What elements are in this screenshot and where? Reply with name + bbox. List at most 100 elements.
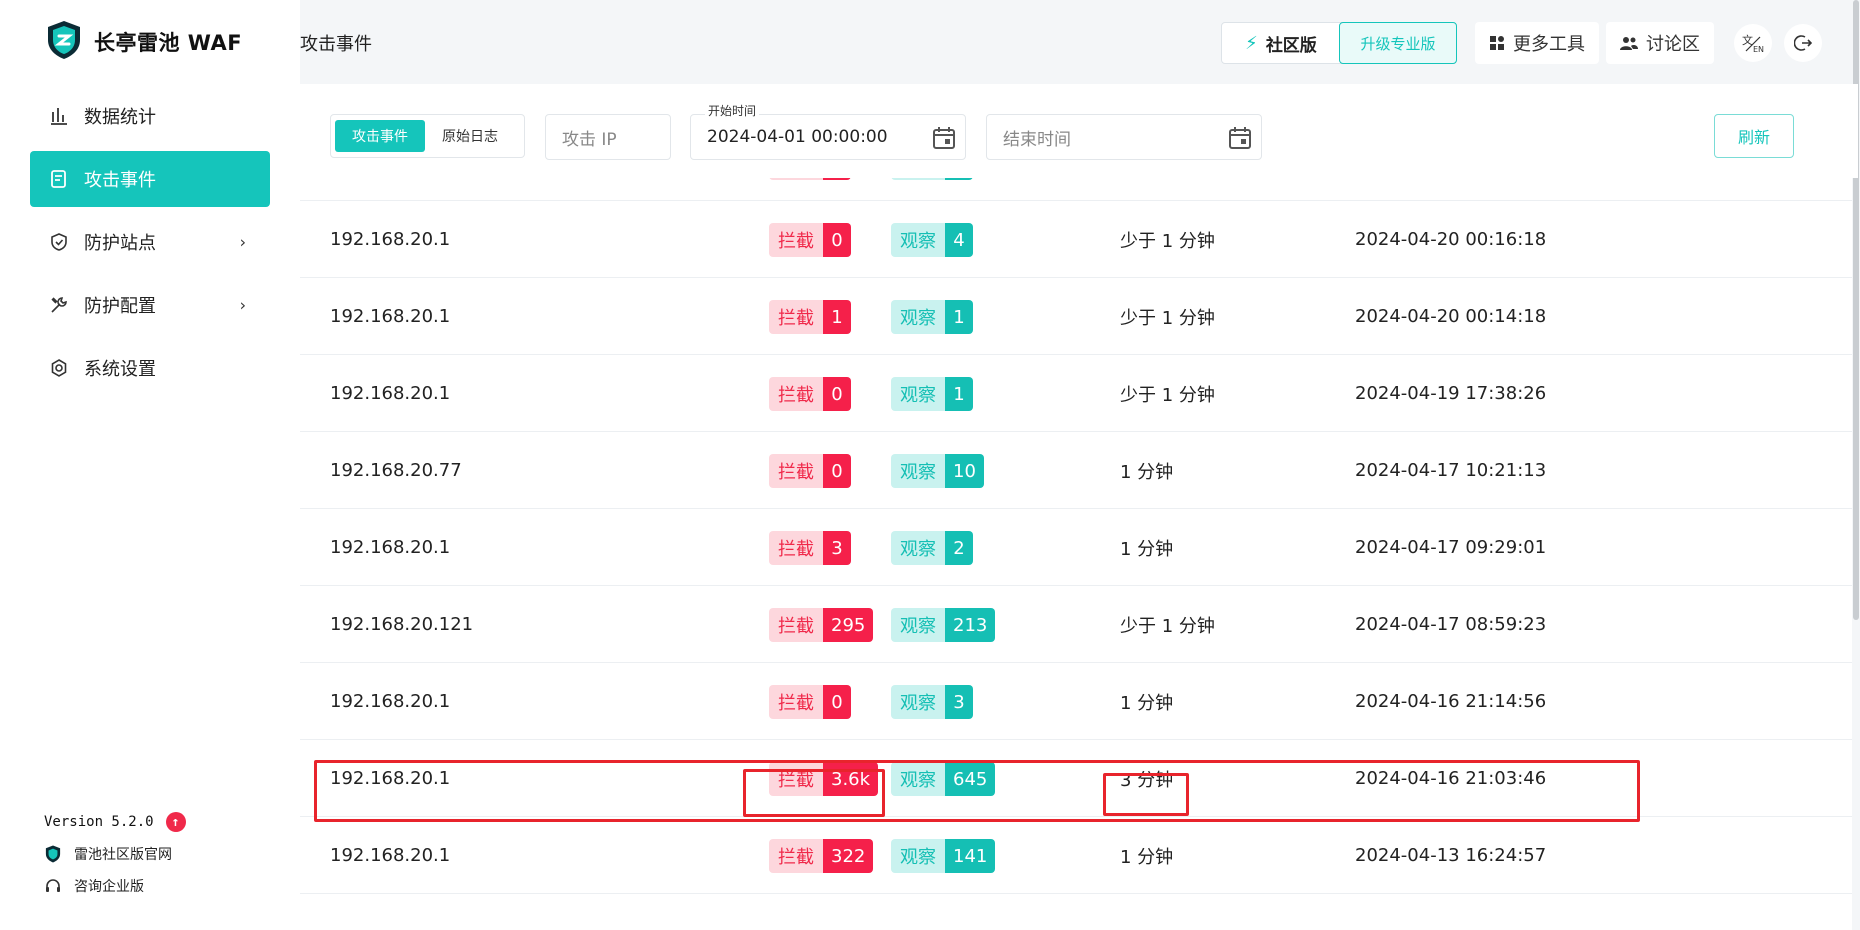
logout-icon[interactable] (1784, 24, 1822, 62)
row-duration: 少于 1 分钟 (1120, 384, 1215, 406)
block-count: 0 (823, 454, 851, 488)
sidebar-item-attack-events[interactable]: 攻击事件 (30, 151, 270, 207)
top-bar: 攻击事件 ⚡ 社区版 升级专业版 更多工具 讨论区 文 EN (300, 0, 1860, 84)
calendar-icon[interactable] (931, 125, 957, 156)
community-edition-label: 社区版 (1265, 35, 1317, 56)
row-duration: 1 分钟 (1120, 461, 1174, 483)
watch-count-badge: 观察 3 (891, 685, 973, 719)
sidebar-item-label: 防护站点 (84, 233, 156, 254)
chevron-right-icon: › (239, 295, 246, 315)
calendar-icon[interactable] (1227, 125, 1253, 156)
table-row[interactable]: 192.168.20.1 拦截 0 观察 3 1 分钟 2024-04-16 21:… (300, 663, 1858, 740)
sidebar-item-label: 系统设置 (84, 359, 156, 380)
community-edition-button[interactable]: ⚡ 社区版 (1222, 23, 1340, 63)
block-label: 拦截 (769, 377, 823, 411)
row-ip: 192.168.20.1 (330, 691, 451, 712)
watch-count-badge: 观察 1 (891, 377, 973, 411)
official-site-link[interactable]: 雷池社区版官网 (44, 844, 186, 864)
block-count: 0 (823, 377, 851, 411)
shield-icon (48, 231, 70, 253)
block-count: 3 (823, 531, 851, 565)
block-label: 拦截 (769, 454, 823, 488)
table-row[interactable]: 192.168.20.77 拦截 0 观察 10 1 分钟 2024-04-17 1… (300, 432, 1858, 509)
row-time: 2024-04-20 00:16:18 (1355, 229, 1547, 250)
enterprise-consult-link[interactable]: 咨询企业版 (44, 876, 186, 896)
tools-icon (48, 294, 70, 316)
headset-icon (44, 877, 62, 895)
end-time-input[interactable]: 结束时间 (986, 114, 1262, 160)
highlight-block-box (743, 769, 885, 817)
row-ip: 192.168.20.121 (330, 614, 474, 635)
watch-count-badge: 观察 1 (891, 300, 973, 334)
watch-count-badge: 观察 4 (891, 223, 973, 257)
app-logo[interactable]: 长亭雷池 WAF (46, 20, 242, 64)
version-text: Version 5.2.0 (44, 814, 154, 830)
block-count: 322 (823, 839, 874, 873)
row-time: 2024-04-13 16:24:57 (1355, 845, 1547, 866)
watch-count: 3 (945, 685, 973, 719)
row-ip: 192.168.20.1 (330, 383, 451, 404)
view-switch: 攻击事件 原始日志 (330, 114, 525, 158)
block-label: 拦截 (769, 223, 823, 257)
watch-count-badge: 观察 141 (891, 839, 996, 873)
block-label: 拦截 (769, 685, 823, 719)
block-label: 拦截 (769, 300, 823, 334)
watch-label: 观察 (891, 685, 945, 719)
row-duration: 1 分钟 (1120, 846, 1174, 868)
table-row[interactable]: 192.168.20.1 拦截 3 观察 2 1 分钟 2024-04-17 09:… (300, 509, 1858, 586)
chevron-right-icon: › (239, 232, 246, 252)
watch-label: 观察 (891, 300, 945, 334)
table-row[interactable]: 192.168.20.1 拦截 0 观察 4 少于 1 分钟 2024-04-20 … (300, 201, 1858, 278)
watch-count: 2 (945, 531, 973, 565)
table-row[interactable]: 192.168.20.1 拦截 322 观察 141 1 分钟 2024-04-13… (300, 817, 1858, 894)
block-count: 0 (823, 223, 851, 257)
start-time-input[interactable]: 开始时间 2024-04-01 00:00:00 (690, 102, 966, 160)
block-count-badge: 拦截 322 (769, 839, 874, 873)
shield-logo-icon (44, 845, 62, 863)
more-tools-button[interactable]: 更多工具 (1475, 22, 1599, 64)
row-ip: 192.168.20.1 (330, 229, 451, 250)
block-count: 295 (823, 608, 874, 642)
block-count: 0 (823, 685, 851, 719)
block-count-badge: 拦截 3 (769, 531, 851, 565)
watch-count-badge: 观察 2 (891, 531, 973, 565)
sidebar-item-protection-config[interactable]: 防护配置 › (30, 277, 270, 333)
watch-label: 观察 (891, 223, 945, 257)
block-count-badge: 拦截 1 (769, 300, 851, 334)
page-title: 攻击事件 (300, 34, 372, 55)
language-switch-icon[interactable]: 文 EN (1734, 24, 1772, 62)
sidebar-item-protected-sites[interactable]: 防护站点 › (30, 214, 270, 270)
row-duration: 1 分钟 (1120, 538, 1174, 560)
bar-chart-icon (48, 105, 70, 127)
table-row[interactable]: 192.168.20.121 拦截 295 观察 213 少于 1 分钟 2024-… (300, 586, 1858, 663)
sidebar-item-system-settings[interactable]: 系统设置 (30, 340, 270, 396)
attack-ip-input[interactable]: 攻击 IP (545, 114, 671, 160)
upgrade-pro-button[interactable]: 升级专业版 (1339, 22, 1457, 64)
watch-count: 4 (945, 223, 973, 257)
shield-logo-icon (46, 20, 82, 64)
document-icon (48, 168, 70, 190)
highlight-duration-box (1103, 773, 1189, 816)
tab-attack-events[interactable]: 攻击事件 (335, 120, 425, 152)
block-count-badge: 拦截 0 (769, 454, 851, 488)
refresh-button[interactable]: 刷新 (1714, 114, 1794, 158)
table-row[interactable]: 192.168.20.1 拦截 1 观察 1 少于 1 分钟 2024-04-20 … (300, 278, 1858, 355)
apps-icon (1489, 35, 1505, 51)
watch-count: 141 (945, 839, 996, 873)
version-info: Version 5.2.0 ↑ (44, 812, 186, 832)
sidebar-item-stats[interactable]: 数据统计 (30, 88, 270, 144)
sidebar-footer: Version 5.2.0 ↑ 雷池社区版官网 咨询企业版 (44, 812, 186, 896)
attack-ip-placeholder: 攻击 IP (562, 129, 617, 150)
row-time: 2024-04-20 00:14:18 (1355, 306, 1547, 327)
block-count-badge: 拦截 0 (769, 223, 851, 257)
table-row[interactable]: 192.168.20.1 拦截 0 观察 1 少于 1 分钟 2024-04-19 … (300, 355, 1858, 432)
tab-raw-logs[interactable]: 原始日志 (425, 120, 515, 152)
block-count-badge: 拦截 0 (769, 377, 851, 411)
block-label: 拦截 (769, 531, 823, 565)
row-duration: 少于 1 分钟 (1120, 307, 1215, 329)
block-count-badge: 拦截 0 (769, 685, 851, 719)
update-icon[interactable]: ↑ (165, 812, 186, 832)
forum-button[interactable]: 讨论区 (1606, 22, 1714, 64)
watch-label: 观察 (891, 839, 945, 873)
block-label: 拦截 (769, 608, 823, 642)
